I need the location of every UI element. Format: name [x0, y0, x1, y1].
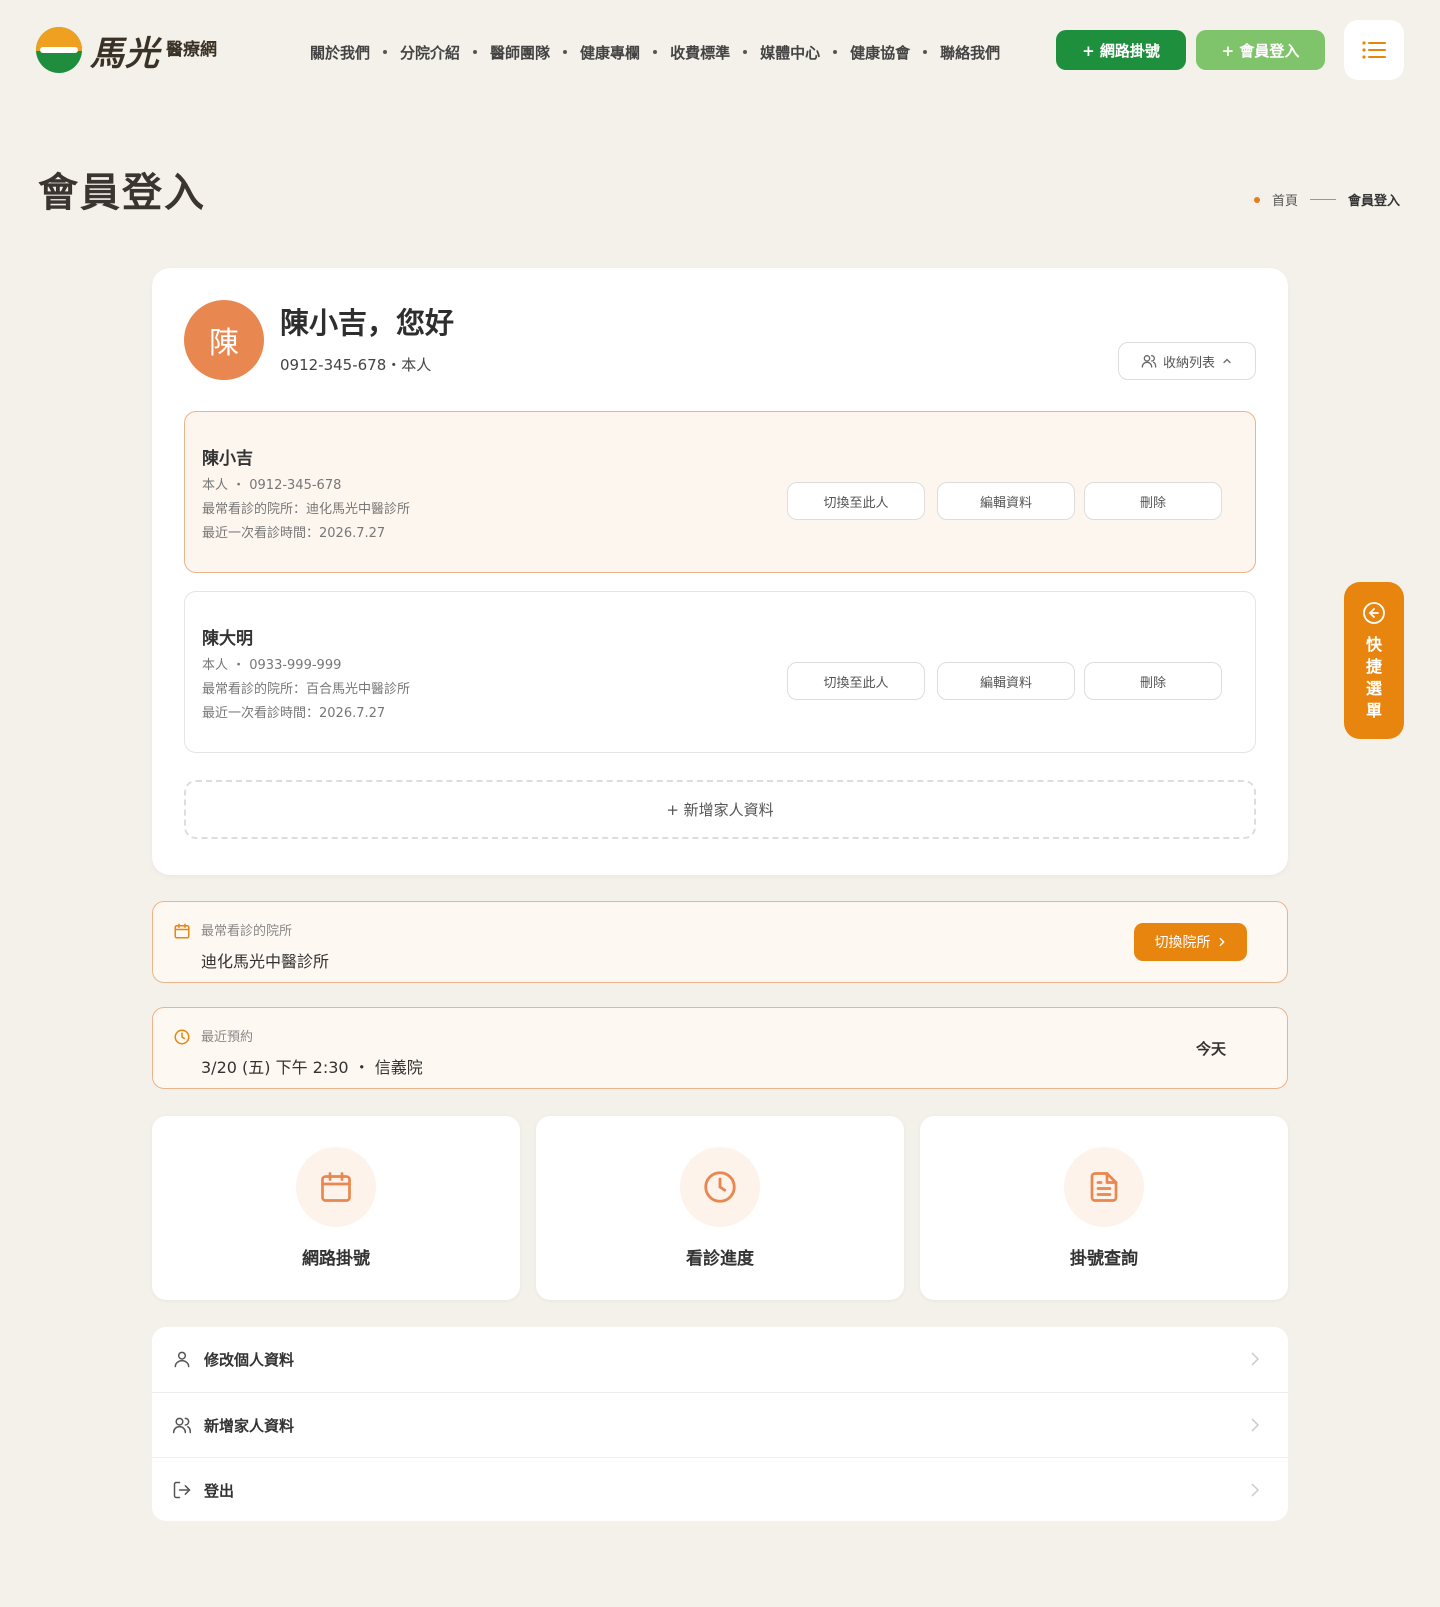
nav-separator [653, 50, 658, 54]
nav-separator [833, 50, 838, 54]
booking-today-badge: 今天 [1196, 1040, 1227, 1058]
nav-item-health-column[interactable]: 健康專欄 [580, 42, 640, 63]
edit-member-button[interactable]: 編輯資料 [937, 482, 1075, 520]
member-clinic: 最常看診的院所：迪化馬光中醫診所 [202, 502, 411, 517]
calendar-icon [321, 1172, 351, 1202]
member-item-active: 陳小吉 本人 ・ 0912-345-678 最常看診的院所：迪化馬光中醫診所 最… [184, 411, 1256, 573]
nav-separator [743, 50, 748, 54]
delete-member-button[interactable]: 刪除 [1084, 662, 1222, 700]
nav-separator [563, 50, 568, 54]
recent-booking-panel: 最近預約 3/20 (五) 下午 2:30 ・ 信義院 今天 [152, 1007, 1288, 1089]
member-relation-phone: 本人 ・ 0912-345-678 [202, 478, 342, 493]
hamburger-menu-button[interactable] [1344, 20, 1404, 80]
tile-visit-progress[interactable]: 看診進度 [536, 1116, 904, 1300]
site-header: 馬光 醫療網 關於我們 分院介紹 醫師團隊 健康專欄 收費標準 媒體中心 健康協… [0, 0, 1440, 100]
quick-menu-tab[interactable]: 快 捷 選 單 [1344, 582, 1404, 739]
nav-item-association[interactable]: 健康協會 [850, 42, 910, 63]
collapse-list-button[interactable]: 收納列表 [1118, 342, 1256, 380]
tile-label: 網路掛號 [302, 1249, 370, 1269]
avatar: 陳 [184, 300, 264, 380]
nav-item-contact[interactable]: 聯絡我們 [940, 42, 1000, 63]
menu-item-edit-profile[interactable]: 修改個人資料 [152, 1327, 1288, 1392]
logo-text: 馬光 [90, 33, 160, 74]
breadcrumb-dot-icon [1253, 196, 1260, 203]
list-icon [1362, 41, 1386, 59]
chevron-right-icon [1251, 1483, 1260, 1497]
tile-label: 掛號查詢 [1070, 1249, 1138, 1269]
profile-phone: 0912-345-678・本人 [280, 356, 432, 374]
member-item: 陳大明 本人 ・ 0933-999-999 最常看診的院所：百合馬光中醫診所 最… [184, 591, 1256, 753]
member-login-button[interactable]: + 會員登入 [1196, 30, 1325, 70]
member-last-visit: 最近一次看診時間：2026.7.27 [202, 706, 386, 721]
nav-item-media[interactable]: 媒體中心 [760, 42, 820, 63]
nav-separator [473, 50, 478, 54]
breadcrumb: 首頁 會員登入 [1253, 190, 1400, 209]
main-nav: 關於我們 分院介紹 醫師團隊 健康專欄 收費標準 媒體中心 健康協會 聯絡我們 [310, 40, 1000, 64]
frequent-clinic-panel: 最常看診的院所 迪化馬光中醫診所 切換院所 [152, 901, 1288, 983]
breadcrumb-current: 會員登入 [1347, 194, 1400, 209]
menu-item-logout[interactable]: 登出 [152, 1457, 1288, 1521]
switch-member-button[interactable]: 切換至此人 [787, 662, 925, 700]
member-clinic: 最常看診的院所：百合馬光中醫診所 [202, 682, 411, 697]
member-name: 陳小吉 [202, 449, 253, 469]
member-profile-card: 陳 陳小吉，您好 0912-345-678・本人 收納列表 陳小吉 本人 ・ 0… [152, 268, 1288, 875]
switch-clinic-label: 切換院所 [1154, 935, 1211, 951]
clock-icon [174, 1029, 190, 1045]
logo-subtext: 醫療網 [166, 39, 217, 60]
nav-item-fees[interactable]: 收費標準 [670, 42, 730, 63]
calendar-icon [174, 923, 190, 939]
collapse-list-label: 收納列表 [1162, 355, 1215, 371]
quick-menu-label: 快 捷 選 單 [1365, 635, 1382, 720]
clock-icon [704, 1171, 736, 1203]
site-logo[interactable]: 馬光 醫療網 [36, 26, 217, 74]
tile-booking-query[interactable]: 掛號查詢 [920, 1116, 1288, 1300]
menu-item-label: 修改個人資料 [204, 1351, 295, 1369]
nav-item-doctors[interactable]: 醫師團隊 [490, 42, 550, 63]
menu-item-label: 登出 [204, 1482, 235, 1500]
add-family-button[interactable]: + 新增家人資料 [184, 780, 1256, 839]
users-icon [172, 1417, 192, 1434]
chevron-right-icon [1251, 1352, 1260, 1366]
chevron-right-icon [1251, 1418, 1260, 1432]
frequent-clinic-value: 迪化馬光中醫診所 [201, 952, 330, 971]
nav-item-about[interactable]: 關於我們 [310, 42, 370, 63]
recent-booking-value: 3/20 (五) 下午 2:30 ・ 信義院 [201, 1058, 423, 1077]
nav-separator [383, 50, 388, 54]
greeting: 陳小吉，您好 [280, 306, 455, 340]
account-menu-list: 修改個人資料 新增家人資料 登出 [152, 1327, 1288, 1521]
arrow-left-circle-icon [1363, 602, 1385, 624]
nav-separator [923, 50, 928, 54]
logo-emblem-icon [36, 27, 82, 73]
delete-member-button[interactable]: 刪除 [1084, 482, 1222, 520]
document-icon [1090, 1172, 1118, 1202]
user-icon [174, 1351, 190, 1368]
member-relation-phone: 本人 ・ 0933-999-999 [202, 658, 342, 673]
menu-item-add-family[interactable]: 新增家人資料 [152, 1392, 1288, 1457]
chevron-up-icon [1223, 358, 1231, 364]
tile-icon-circle [1064, 1147, 1144, 1227]
tile-label: 看診進度 [686, 1249, 754, 1269]
logout-icon [173, 1481, 191, 1499]
tile-online-register[interactable]: 網路掛號 [152, 1116, 520, 1300]
breadcrumb-home[interactable]: 首頁 [1272, 190, 1298, 209]
menu-item-label: 新增家人資料 [204, 1417, 295, 1435]
switch-member-button[interactable]: 切換至此人 [787, 482, 925, 520]
tile-icon-circle [296, 1147, 376, 1227]
edit-member-button[interactable]: 編輯資料 [937, 662, 1075, 700]
nav-item-branches[interactable]: 分院介紹 [400, 42, 460, 63]
chevron-right-icon [1219, 937, 1225, 947]
breadcrumb-separator [1309, 199, 1336, 200]
tile-icon-circle [680, 1147, 760, 1227]
recent-booking-label: 最近預約 [201, 1030, 254, 1045]
users-icon [1141, 355, 1157, 368]
member-name: 陳大明 [202, 629, 253, 649]
switch-clinic-button[interactable]: 切換院所 [1134, 923, 1247, 961]
online-register-button[interactable]: + 網路掛號 [1056, 30, 1186, 70]
page-title: 會員登入 [38, 169, 206, 216]
member-last-visit: 最近一次看診時間：2026.7.27 [202, 526, 386, 541]
frequent-clinic-label: 最常看診的院所 [201, 924, 293, 939]
